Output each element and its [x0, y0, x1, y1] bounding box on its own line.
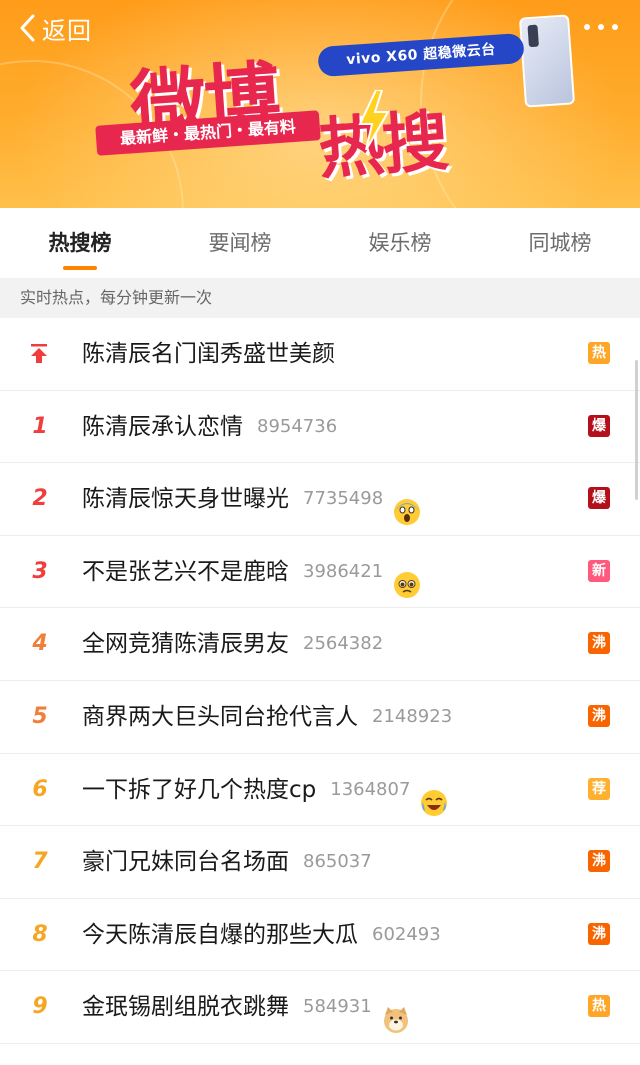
hot-search-row[interactable]: 5 商界两大巨头同台抢代言人 2148923 沸 [0, 681, 640, 754]
row-content: 豪门兄妹同台名场面 865037 [82, 826, 372, 898]
more-dot [612, 24, 618, 30]
lightning-bolt-icon [358, 90, 390, 150]
row-content: 今天陈清辰自爆的那些大瓜 602493 [82, 899, 441, 971]
more-dot [598, 24, 604, 30]
hot-search-row[interactable]: 4 全网竞猜陈清辰男友 2564382 沸 [0, 608, 640, 681]
rank-number: 4 [32, 631, 48, 657]
row-content: 不是张艺兴不是鹿晗 3986421 [82, 536, 421, 608]
rank-number: 8 [32, 921, 48, 947]
tab-entertainment[interactable]: 娱乐榜 [320, 208, 480, 278]
status-badge: 沸 [588, 850, 610, 873]
tab-label: 热搜榜 [48, 231, 112, 255]
hot-search-row[interactable]: 9 金珉锡剧组脱衣跳舞 584931 热 [0, 971, 640, 1044]
row-content: 商界两大巨头同台抢代言人 2148923 [82, 681, 452, 753]
tab-label: 娱乐榜 [368, 231, 432, 255]
row-content: 金珉锡剧组脱衣跳舞 584931 [82, 971, 410, 1043]
hot-search-row[interactable]: 1 陈清辰承认恋情 8954736 爆 [0, 391, 640, 464]
hot-search-row[interactable]: 7 豪门兄妹同台名场面 865037 沸 [0, 826, 640, 899]
row-content: 全网竞猜陈清辰男友 2564382 [82, 608, 383, 680]
topic-title[interactable]: 陈清辰承认恋情 [82, 391, 243, 463]
row-content: 陈清辰惊天身世曝光 7735498 [82, 463, 421, 535]
list-subheader: 实时热点，每分钟更新一次 [0, 278, 640, 318]
row-content: 陈清辰名门闺秀盛世美颜 [82, 318, 335, 390]
search-count: 602493 [372, 923, 441, 945]
rank-number: 3 [32, 558, 48, 584]
hot-search-banner: 返回 vivo X60 超稳微云台 微博 热搜 最新鲜・最热门・最有料 [0, 0, 640, 208]
topic-title[interactable]: 全网竞猜陈清辰男友 [82, 608, 289, 680]
rank-number: 6 [32, 776, 48, 802]
tab-label: 同城榜 [528, 231, 592, 255]
rank-number: 5 [32, 703, 48, 729]
scrollbar[interactable] [635, 360, 638, 500]
status-badge: 热 [588, 995, 610, 1018]
topic-title[interactable]: 陈清辰惊天身世曝光 [82, 463, 289, 535]
chevron-left-icon [20, 14, 35, 42]
tab-hot-search[interactable]: 热搜榜 [0, 208, 160, 278]
hot-search-row[interactable]: 2 陈清辰惊天身世曝光 7735498 爆 [0, 463, 640, 536]
status-badge: 沸 [588, 632, 610, 655]
hot-search-list: 陈清辰名门闺秀盛世美颜热 1 陈清辰承认恋情 8954736 爆 2 陈清辰惊天身世曝光 77… [0, 318, 640, 1044]
crying-laugh-icon [420, 776, 448, 816]
tab-local[interactable]: 同城榜 [480, 208, 640, 278]
row-content: 陈清辰承认恋情 8954736 [82, 391, 337, 463]
rank-number: 1 [32, 413, 48, 439]
search-count: 2564382 [303, 633, 384, 655]
tab-news[interactable]: 要闻榜 [160, 208, 320, 278]
more-options-icon[interactable] [584, 18, 618, 36]
search-count: 2148923 [372, 705, 453, 727]
scream-face-icon [393, 485, 421, 526]
search-count: 3986421 [303, 560, 384, 582]
hot-search-row[interactable]: 陈清辰名门闺秀盛世美颜 热 [0, 318, 640, 391]
hot-search-row[interactable]: 8 今天陈清辰自爆的那些大瓜 602493 沸 [0, 899, 640, 972]
back-button[interactable]: 返回 [18, 10, 92, 46]
pin-top-icon [31, 344, 47, 363]
search-count: 584931 [303, 996, 372, 1018]
doge-icon [382, 993, 410, 1034]
row-content: 一下拆了好几个热度cp 1364807 [82, 754, 448, 826]
topic-title[interactable]: 商界两大巨头同台抢代言人 [82, 681, 358, 753]
topic-title[interactable]: 一下拆了好几个热度cp [82, 754, 316, 826]
search-count: 7735498 [303, 488, 384, 510]
back-label: 返回 [42, 16, 92, 45]
topic-title[interactable]: 金珉锡剧组脱衣跳舞 [82, 971, 289, 1043]
topic-title[interactable]: 陈清辰名门闺秀盛世美颜 [82, 318, 335, 390]
rank-number: 7 [32, 849, 48, 875]
tab-label: 要闻榜 [208, 231, 272, 255]
rank-number: 2 [32, 486, 48, 512]
hot-search-row[interactable]: 6 一下拆了好几个热度cp 1364807 荐 [0, 754, 640, 827]
sponsor-phone-image [518, 14, 576, 108]
search-count: 865037 [303, 851, 372, 873]
status-badge: 新 [588, 559, 610, 582]
status-badge: 沸 [588, 704, 610, 727]
active-tab-indicator [63, 266, 97, 270]
topic-title[interactable]: 今天陈清辰自爆的那些大瓜 [82, 899, 358, 971]
topic-title[interactable]: 豪门兄妹同台名场面 [82, 826, 289, 898]
search-count: 1364807 [330, 778, 411, 800]
tab-bar: 热搜榜 要闻榜 娱乐榜 同城榜 [0, 208, 640, 278]
status-badge: 荐 [588, 777, 610, 800]
search-count: 8954736 [257, 415, 338, 437]
status-badge: 沸 [588, 922, 610, 945]
more-dot [584, 24, 590, 30]
hot-search-row[interactable]: 3 不是张艺兴不是鹿晗 3986421 新 [0, 536, 640, 609]
rank-number: 9 [32, 994, 48, 1020]
pleading-face-icon [393, 558, 421, 598]
status-badge: 爆 [588, 487, 610, 510]
status-badge: 热 [588, 342, 610, 364]
status-badge: 爆 [588, 414, 610, 437]
topic-title[interactable]: 不是张艺兴不是鹿晗 [82, 536, 289, 608]
